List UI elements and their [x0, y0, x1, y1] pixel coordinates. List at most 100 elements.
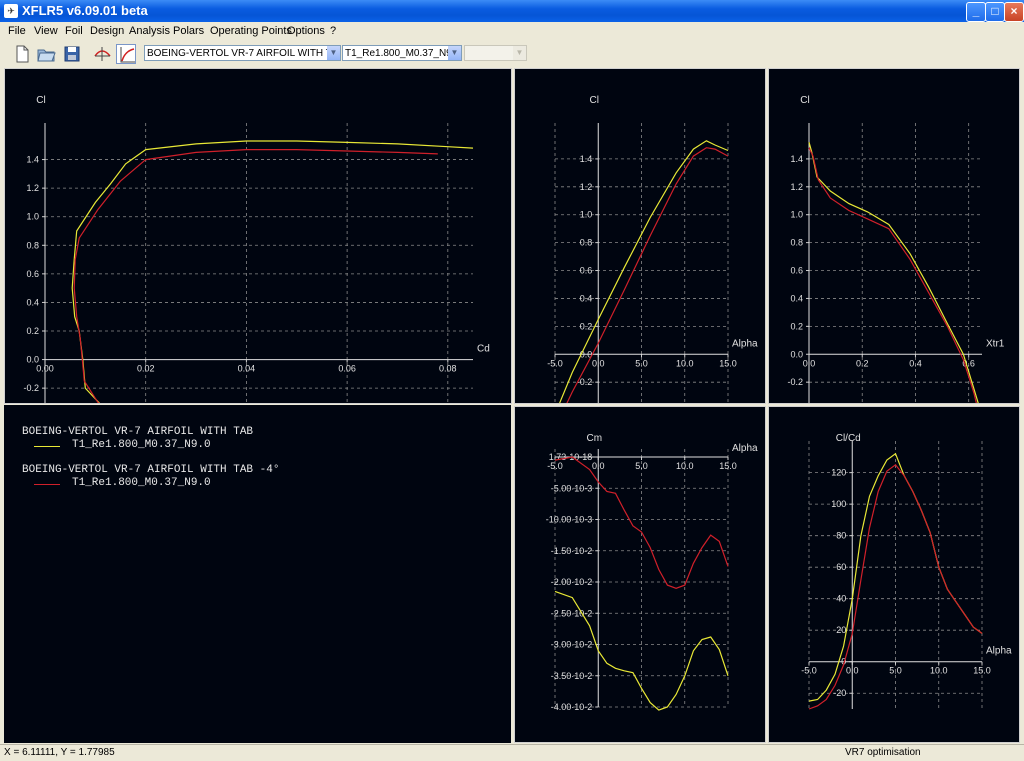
- x-axis-label: Alpha: [732, 443, 758, 454]
- y-tick-label: 0.2: [790, 321, 803, 331]
- x-tick-label: 5.0: [889, 666, 902, 676]
- opp-view-icon[interactable]: [92, 44, 112, 64]
- toolbar: BOEING-VERTOL VR-7 AIRFOIL WITH TAB ▼ T1…: [0, 42, 1024, 66]
- plot-clcd-vs-alpha[interactable]: -5.0 0.0 5.0 10.0 15.0 -20 0 20 40 60 80 100 120 Cl/C…: [768, 406, 1020, 743]
- legend-polar-name: T1_Re1.800_M0.37_N9.0: [72, 439, 211, 451]
- y-tick-label: 80: [836, 531, 846, 541]
- series-line: [73, 148, 438, 403]
- foil-select-value: BOEING-VERTOL VR-7 AIRFOIL WITH TAB: [147, 48, 341, 59]
- x-tick-label: 5.0: [635, 461, 648, 471]
- chart-svg: 0.000.020.040.060.08-0.4-0.20.00.20.40.6…: [23, 95, 490, 403]
- y-tick-label: 1.4: [790, 154, 803, 164]
- menu-options[interactable]: Options: [287, 25, 325, 37]
- menu-bar: File View Foil Design Analysis Polars Op…: [0, 22, 1024, 42]
- legend-swatch: [34, 484, 60, 485]
- minimize-button[interactable]: _: [966, 2, 986, 22]
- legend-panel: BOEING-VERTOL VR-7 AIRFOIL WITH TAB T1_R…: [4, 405, 511, 743]
- y-tick-label: -2.50·10-2: [551, 608, 593, 618]
- x-tick-label: 0.08: [439, 364, 457, 374]
- y-tick-label: 1.4: [580, 154, 593, 164]
- x-tick-label: 0.04: [238, 364, 256, 374]
- title-bar: ✈ XFLR5 v6.09.01 beta _ □ ×: [0, 0, 1024, 22]
- chevron-down-icon: ▼: [513, 46, 526, 60]
- y-axis-label: Cl: [36, 95, 45, 106]
- menu-analysis[interactable]: Analysis: [129, 25, 170, 37]
- y-tick-label: 1.0: [26, 212, 39, 222]
- y-tick-label: 120: [831, 468, 846, 478]
- y-axis-label: Cl: [590, 95, 599, 106]
- x-tick-label: 10.0: [676, 358, 694, 368]
- y-tick-label: 0.4: [580, 293, 593, 303]
- polar-view-icon[interactable]: [116, 44, 136, 64]
- x-tick-label: 5.0: [635, 358, 648, 368]
- y-tick-label: 1.2: [790, 182, 803, 192]
- menu-file[interactable]: File: [8, 25, 26, 37]
- legend-polar-name: T1_Re1.800_M0.37_N9.0: [72, 477, 211, 489]
- plot-cm-vs-alpha[interactable]: -5.0 0.0 5.0 10.0 15.0 1.73·10-18 -5.00·10-3 -1…: [514, 406, 766, 743]
- menu-design[interactable]: Design: [90, 25, 124, 37]
- app-icon: ✈: [4, 4, 18, 18]
- x-axis-label: Alpha: [732, 338, 758, 349]
- menu-foil[interactable]: Foil: [65, 25, 83, 37]
- x-tick-label: 10.0: [676, 461, 694, 471]
- plot-cl-vs-alpha[interactable]: -5.00.05.010.015.0-0.4-0.20.00.20.40.60.…: [514, 68, 766, 404]
- x-tick-label: 10.0: [930, 666, 948, 676]
- chart-svg: -5.00.05.010.015.0-0.4-0.20.00.20.40.60.…: [547, 95, 758, 403]
- y-tick-label: -0.2: [23, 383, 39, 393]
- y-tick-label: 40: [836, 594, 846, 604]
- polar-select[interactable]: T1_Re1.800_M0.37_N9.0 ▼: [342, 45, 462, 61]
- close-button[interactable]: ×: [1004, 2, 1024, 22]
- y-tick-label: 60: [836, 562, 846, 572]
- menu-help[interactable]: ?: [330, 25, 336, 37]
- x-tick-label: 15.0: [719, 461, 737, 471]
- y-tick-label: 1.2: [580, 182, 593, 192]
- y-tick-label: 0.8: [580, 238, 593, 248]
- y-tick-label: 0.0: [790, 349, 803, 359]
- y-tick-label: 1.0: [580, 210, 593, 220]
- new-file-icon[interactable]: [12, 44, 32, 64]
- chart-svg: 0.00.20.40.6-0.4-0.20.00.20.40.60.81.01.…: [787, 95, 1005, 403]
- x-tick-label: 0.06: [338, 364, 356, 374]
- y-tick-label: 1.2: [26, 183, 39, 193]
- plot-cl-vs-cd[interactable]: 0.000.020.040.060.08-0.4-0.20.00.20.40.6…: [4, 68, 512, 404]
- x-axis-label: Alpha: [986, 646, 1012, 657]
- y-tick-label: 0.4: [790, 293, 803, 303]
- y-tick-label: 1.0: [790, 210, 803, 220]
- maximize-button[interactable]: □: [985, 2, 1005, 22]
- y-tick-label: -0.2: [787, 377, 803, 387]
- project-name: VR7 optimisation: [845, 747, 921, 758]
- y-tick-label: 0.4: [26, 297, 39, 307]
- x-tick-label: 0.2: [856, 358, 869, 368]
- menu-view[interactable]: View: [34, 25, 58, 37]
- menu-polars[interactable]: Polars: [173, 25, 204, 37]
- y-axis-label: Cl/Cd: [836, 433, 861, 444]
- y-tick-label: 0.0: [26, 355, 39, 365]
- y-axis-label: Cl: [800, 95, 809, 106]
- y-tick-label: 0.6: [580, 266, 593, 276]
- y-tick-label: 1.4: [26, 155, 39, 165]
- legend-foil-name: BOEING-VERTOL VR-7 AIRFOIL WITH TAB -4°: [22, 464, 280, 476]
- chart-svg: -5.0 0.0 5.0 10.0 15.01.73·10-18-5.00·10-3-1…: [546, 433, 758, 712]
- y-tick-label: 0.8: [790, 238, 803, 248]
- y-tick-label: -5.00·10-3: [551, 483, 593, 493]
- window-title: XFLR5 v6.09.01 beta: [22, 3, 148, 18]
- y-tick-label: -2.00·10-2: [551, 577, 593, 587]
- y-tick-label: -3.50·10-2: [551, 671, 593, 681]
- x-tick-label: -5.0: [801, 666, 817, 676]
- y-tick-label: 0.8: [26, 240, 39, 250]
- x-tick-label: 0.4: [909, 358, 922, 368]
- legend-foil-name: BOEING-VERTOL VR-7 AIRFOIL WITH TAB: [22, 426, 254, 438]
- x-axis-label: Xtr1: [986, 338, 1005, 349]
- y-tick-label: 0.2: [26, 326, 39, 336]
- open-folder-icon[interactable]: [36, 44, 56, 64]
- save-icon[interactable]: [62, 44, 82, 64]
- y-tick-label: -4.00·10-2: [551, 702, 593, 712]
- x-axis-label: Cd: [477, 344, 490, 355]
- y-axis-label: Cm: [586, 433, 602, 444]
- menu-operating-points[interactable]: Operating Points: [210, 25, 292, 37]
- y-tick-label: -3.00·10-2: [551, 640, 593, 650]
- foil-select[interactable]: BOEING-VERTOL VR-7 AIRFOIL WITH TAB ▼: [144, 45, 341, 61]
- plot-cl-vs-xtr[interactable]: 0.00.20.40.6-0.4-0.20.00.20.40.60.81.01.…: [768, 68, 1020, 404]
- y-tick-label: -1.50·10-2: [551, 546, 593, 556]
- cursor-coordinates: X = 6.11111, Y = 1.77985: [4, 747, 115, 758]
